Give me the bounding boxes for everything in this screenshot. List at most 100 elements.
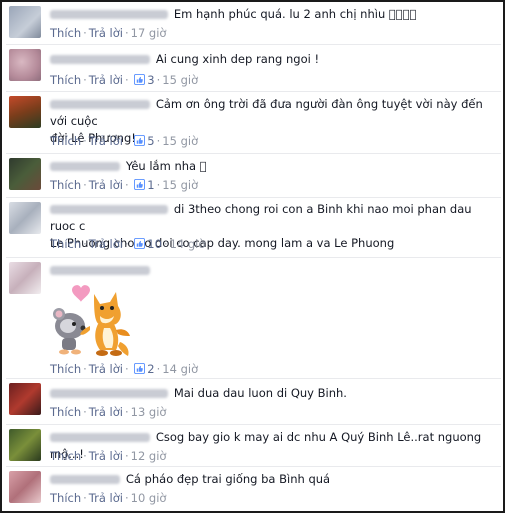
like-link[interactable]: Thích bbox=[50, 134, 81, 148]
author-name[interactable] bbox=[50, 433, 150, 442]
avatar[interactable] bbox=[9, 6, 41, 38]
like-link[interactable]: Thích bbox=[50, 405, 81, 419]
separator: · bbox=[124, 73, 129, 87]
avatar[interactable] bbox=[9, 96, 41, 128]
reply-link[interactable]: Trả lời bbox=[89, 237, 123, 251]
comment-actions: Thích · Trả lời · 13 giờ bbox=[50, 405, 166, 419]
comment-item: Cảm ơn ông trời đã đưa người đàn ông tuy… bbox=[6, 92, 501, 154]
author-name[interactable] bbox=[50, 266, 150, 275]
separator: · bbox=[83, 362, 87, 376]
timestamp[interactable]: 14 giờ bbox=[162, 362, 198, 376]
like-link[interactable]: Thích bbox=[50, 491, 81, 505]
comment-actions: Thích · Trả lời · 12 giờ bbox=[50, 449, 166, 463]
timestamp[interactable]: 15 giờ bbox=[162, 73, 198, 87]
like-count[interactable]: 5 bbox=[147, 134, 154, 148]
comment-item: Csog bay gio k may ai dc nhu A Quý Binh … bbox=[6, 425, 501, 467]
author-name[interactable] bbox=[50, 475, 120, 484]
avatar[interactable] bbox=[9, 429, 41, 461]
comment-actions: Thích · Trả lời · 1 · 15 giờ bbox=[50, 178, 198, 192]
comment-text: Em hạnh phúc quá. lu 2 anh chị nhìu 􏿿􏿿􏿿􏿿 bbox=[173, 7, 417, 21]
avatar[interactable] bbox=[9, 49, 41, 81]
timestamp[interactable]: 15 giờ bbox=[162, 178, 198, 192]
avatar[interactable] bbox=[9, 262, 41, 294]
reply-link[interactable]: Trả lời bbox=[89, 405, 123, 419]
like-count[interactable]: 3 bbox=[147, 73, 154, 87]
avatar[interactable] bbox=[9, 471, 41, 503]
comment-text: Cá pháo đẹp trai giống ba Bình quá bbox=[125, 472, 331, 486]
like-link[interactable]: Thích bbox=[50, 237, 81, 251]
comment-text: Ai cung xinh dep rang ngoi ! bbox=[155, 52, 320, 66]
avatar[interactable] bbox=[9, 158, 41, 190]
separator: · bbox=[83, 26, 87, 40]
separator: · bbox=[83, 491, 87, 505]
separator: · bbox=[124, 237, 129, 251]
reply-link[interactable]: Trả lời bbox=[89, 73, 123, 87]
timestamp[interactable]: 12 giờ bbox=[131, 449, 167, 463]
separator: · bbox=[124, 449, 129, 463]
like-link[interactable]: Thích bbox=[50, 362, 81, 376]
timestamp[interactable]: 13 giờ bbox=[131, 405, 167, 419]
like-count[interactable]: 2 bbox=[147, 362, 154, 376]
timestamp[interactable]: 14 giờ bbox=[170, 237, 206, 251]
reply-link[interactable]: Trả lời bbox=[89, 26, 123, 40]
comment-actions: Thích · Trả lời · 10 giờ bbox=[50, 491, 166, 505]
separator: · bbox=[83, 405, 87, 419]
reply-link[interactable]: Trả lời bbox=[89, 362, 123, 376]
separator: · bbox=[124, 178, 129, 192]
reply-link[interactable]: Trả lời bbox=[89, 134, 123, 148]
comment-item: Cá pháo đẹp trai giống ba Bình quá Thích… bbox=[6, 467, 501, 511]
reply-link[interactable]: Trả lời bbox=[89, 491, 123, 505]
reply-link[interactable]: Trả lời bbox=[89, 178, 123, 192]
separator: · bbox=[156, 73, 161, 87]
like-count[interactable]: 1 bbox=[147, 178, 154, 192]
separator: · bbox=[124, 362, 129, 376]
comment-item: Ai cung xinh dep rang ngoi ! Thích · Trả l… bbox=[6, 45, 501, 92]
comment-item: Yêu lắm nha 􏿿 Thích · Trả lời · 1 · 15 giờ bbox=[6, 154, 501, 198]
separator: · bbox=[163, 237, 168, 251]
separator: · bbox=[156, 134, 161, 148]
author-name[interactable] bbox=[50, 205, 168, 214]
timestamp[interactable]: 15 giờ bbox=[162, 134, 198, 148]
like-icon bbox=[134, 74, 146, 85]
comment-actions: Thích · Trả lời · 17 giờ bbox=[50, 26, 166, 40]
comment-text: Mai dua dau luon di Quy Binh. bbox=[173, 386, 347, 400]
comment-item: Thích · Trả lời · 2 · 14 giờ bbox=[6, 258, 501, 379]
comment-text: Yêu lắm nha 􏿿 bbox=[125, 159, 207, 173]
separator: · bbox=[83, 237, 87, 251]
like-link[interactable]: Thích bbox=[50, 73, 81, 87]
like-count[interactable]: 10 bbox=[147, 237, 162, 251]
comment-actions: Thích · Trả lời · 10 · 14 giờ bbox=[50, 237, 205, 251]
comment-item: Em hạnh phúc quá. lu 2 anh chị nhìu 􏿿􏿿􏿿􏿿… bbox=[6, 4, 501, 45]
separator: · bbox=[83, 73, 87, 87]
timestamp[interactable]: 10 giờ bbox=[131, 491, 167, 505]
like-link[interactable]: Thích bbox=[50, 449, 81, 463]
comment-actions: Thích · Trả lời · 2 · 14 giờ bbox=[50, 362, 198, 376]
author-name[interactable] bbox=[50, 55, 150, 64]
separator: · bbox=[83, 449, 87, 463]
separator: · bbox=[156, 362, 161, 376]
comment-actions: Thích · Trả lời · 5 · 15 giờ bbox=[50, 134, 198, 148]
separator: · bbox=[124, 491, 129, 505]
sticker-image[interactable] bbox=[50, 280, 134, 362]
author-name[interactable] bbox=[50, 389, 168, 398]
avatar[interactable] bbox=[9, 202, 41, 234]
avatar[interactable] bbox=[9, 383, 41, 415]
separator: · bbox=[124, 134, 129, 148]
comment-item: Mai dua dau luon di Quy Binh. Thích · Trả … bbox=[6, 379, 501, 425]
comment-feed: Em hạnh phúc quá. lu 2 anh chị nhìu 􏿿􏿿􏿿􏿿… bbox=[0, 0, 505, 513]
timestamp[interactable]: 17 giờ bbox=[131, 26, 167, 40]
reply-link[interactable]: Trả lời bbox=[89, 449, 123, 463]
separator: · bbox=[124, 26, 129, 40]
like-icon bbox=[134, 238, 146, 249]
author-name[interactable] bbox=[50, 10, 168, 19]
separator: · bbox=[124, 405, 129, 419]
like-link[interactable]: Thích bbox=[50, 178, 81, 192]
comment-item: di 3theo chong roi con a Binh khi nao mo… bbox=[6, 198, 501, 258]
like-icon bbox=[134, 363, 146, 374]
author-name[interactable] bbox=[50, 100, 150, 109]
separator: · bbox=[83, 178, 87, 192]
separator: · bbox=[83, 134, 87, 148]
separator: · bbox=[156, 178, 161, 192]
like-link[interactable]: Thích bbox=[50, 26, 81, 40]
author-name[interactable] bbox=[50, 162, 120, 171]
